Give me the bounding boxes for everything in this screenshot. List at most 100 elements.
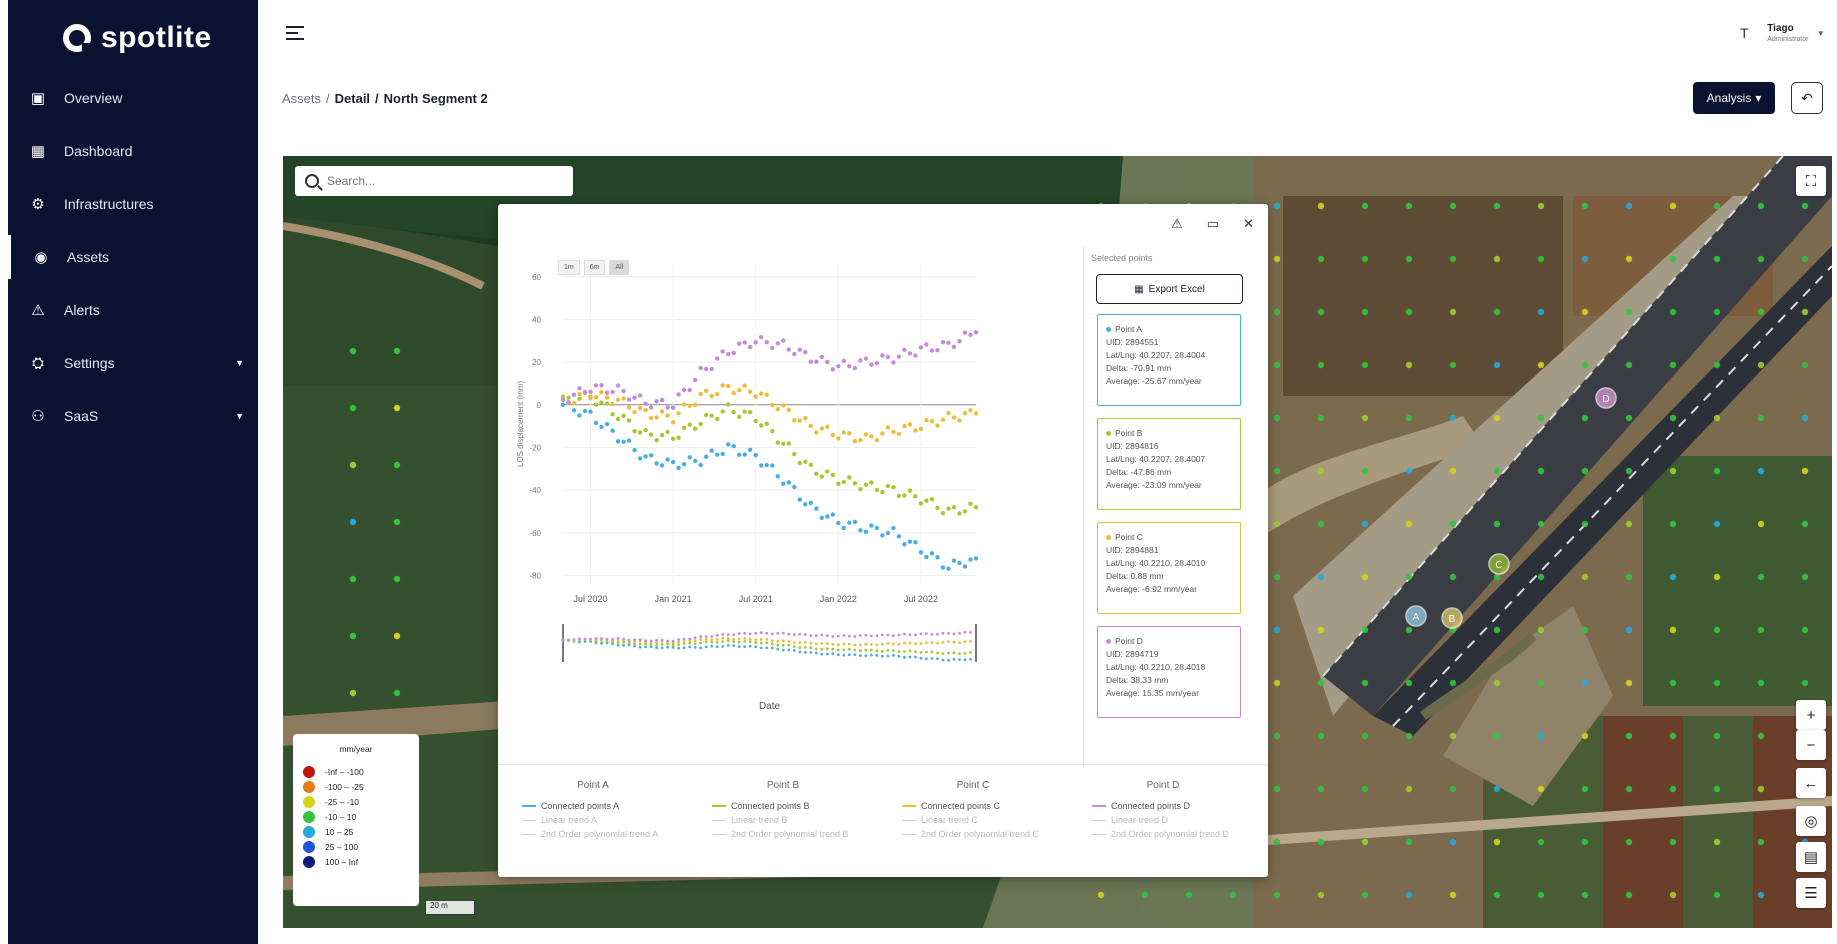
data-point[interactable]	[632, 447, 637, 453]
data-point[interactable]	[753, 340, 758, 345]
point-card-d[interactable]: Point D UID: 2894719 Lat/Lng: 40.2210, 28.…	[1097, 626, 1241, 718]
data-point[interactable]	[929, 497, 935, 502]
data-point[interactable]	[604, 422, 610, 427]
data-point[interactable]	[907, 539, 913, 544]
data-point[interactable]	[852, 481, 858, 486]
data-point[interactable]	[940, 340, 946, 345]
data-point[interactable]	[874, 525, 880, 531]
data-point[interactable]	[720, 451, 725, 457]
data-point[interactable]	[803, 415, 808, 421]
data-point[interactable]	[737, 341, 742, 346]
data-point[interactable]	[648, 415, 654, 421]
displacement-chart[interactable]: 60 40 20 0 -20 -40 -60 -80 Jul 2020 Jan 2021 Jul 2…	[498, 204, 1083, 764]
data-point[interactable]	[648, 405, 654, 410]
data-point[interactable]	[946, 340, 951, 345]
data-point[interactable]	[907, 422, 913, 427]
data-point[interactable]	[858, 528, 863, 533]
data-point[interactable]	[709, 366, 714, 372]
data-point[interactable]	[715, 391, 720, 397]
series-legend-poly[interactable]: 2nd Order polynomial trend A	[508, 827, 678, 841]
data-point[interactable]	[715, 416, 720, 422]
data-point[interactable]	[737, 452, 742, 457]
data-point[interactable]	[973, 505, 979, 510]
data-point[interactable]	[659, 409, 665, 414]
data-point[interactable]	[797, 497, 802, 502]
data-point[interactable]	[935, 423, 940, 428]
data-point[interactable]	[588, 389, 593, 394]
point-card-c[interactable]: Point C UID: 2894881 Lat/Lng: 40.2210, 28.…	[1097, 522, 1241, 614]
data-point[interactable]	[814, 430, 819, 435]
data-point[interactable]	[593, 402, 599, 407]
chevron-down-icon[interactable]: ▼	[235, 358, 244, 368]
data-point[interactable]	[808, 423, 813, 429]
data-point[interactable]	[858, 358, 863, 363]
data-point[interactable]	[737, 414, 742, 419]
data-point[interactable]	[973, 411, 979, 416]
data-point[interactable]	[781, 338, 786, 343]
data-point[interactable]	[726, 402, 731, 407]
data-point[interactable]	[869, 523, 874, 528]
map-marker-a[interactable]: A	[1405, 605, 1427, 627]
data-point[interactable]	[929, 419, 935, 424]
data-point[interactable]	[968, 408, 973, 413]
data-point[interactable]	[803, 502, 808, 507]
data-point[interactable]	[929, 551, 935, 556]
data-point[interactable]	[808, 462, 813, 467]
data-point[interactable]	[935, 347, 940, 353]
data-point[interactable]	[918, 426, 924, 431]
series-legend-poly[interactable]: 2nd Order polynomial trend C	[888, 827, 1058, 841]
data-point[interactable]	[621, 439, 626, 444]
series-legend-poly[interactable]: 2nd Order polynomial trend B	[698, 827, 868, 841]
data-point[interactable]	[726, 351, 731, 357]
data-point[interactable]	[654, 461, 659, 466]
data-point[interactable]	[858, 487, 863, 492]
data-point[interactable]	[571, 400, 577, 406]
data-point[interactable]	[681, 402, 687, 407]
data-point[interactable]	[940, 510, 946, 516]
data-point[interactable]	[715, 452, 720, 457]
layers-button[interactable]: ⛶	[1796, 166, 1826, 196]
data-point[interactable]	[665, 405, 670, 410]
sidebar-item-infrastructures[interactable]: ⚙ Infrastructures	[8, 182, 258, 226]
data-point[interactable]	[715, 356, 720, 361]
data-point[interactable]	[665, 429, 670, 435]
data-point[interactable]	[698, 421, 703, 427]
data-point[interactable]	[951, 505, 957, 510]
sidebar-item-alerts[interactable]: ⚠ Alerts	[8, 288, 258, 332]
data-point[interactable]	[764, 462, 769, 468]
series-legend-main[interactable]: Connected points D	[1078, 799, 1248, 813]
data-point[interactable]	[902, 347, 907, 352]
data-point[interactable]	[792, 451, 797, 457]
data-point[interactable]	[792, 351, 797, 357]
data-point[interactable]	[869, 362, 874, 367]
data-point[interactable]	[852, 439, 858, 444]
point-card-a[interactable]: Point A UID: 2894551 Lat/Lng: 40.2207, 28.…	[1097, 314, 1241, 406]
data-point[interactable]	[830, 472, 835, 478]
map-back-button[interactable]: ←	[1796, 768, 1826, 798]
data-point[interactable]	[637, 430, 643, 435]
data-point[interactable]	[891, 525, 896, 531]
alert-icon[interactable]: ⚠	[1171, 216, 1183, 232]
data-point[interactable]	[825, 359, 830, 365]
data-point[interactable]	[753, 394, 758, 399]
data-point[interactable]	[781, 481, 786, 486]
data-point[interactable]	[946, 410, 951, 416]
data-point[interactable]	[643, 427, 648, 433]
data-point[interactable]	[759, 334, 764, 340]
data-point[interactable]	[951, 415, 957, 420]
data-point[interactable]	[968, 501, 973, 506]
analysis-dropdown-button[interactable]: Analysis ▾	[1693, 82, 1775, 114]
data-point[interactable]	[891, 485, 896, 490]
data-point[interactable]	[907, 488, 913, 493]
data-point[interactable]	[792, 418, 797, 423]
data-point[interactable]	[670, 459, 676, 465]
data-point[interactable]	[957, 511, 962, 516]
data-point[interactable]	[907, 351, 913, 356]
data-point[interactable]	[830, 367, 835, 372]
data-point[interactable]	[896, 354, 902, 359]
data-point[interactable]	[770, 463, 775, 468]
data-point[interactable]	[847, 475, 852, 480]
data-point[interactable]	[659, 463, 665, 468]
data-point[interactable]	[610, 401, 615, 407]
sidebar-item-assets[interactable]: ◉ Assets	[8, 235, 258, 279]
